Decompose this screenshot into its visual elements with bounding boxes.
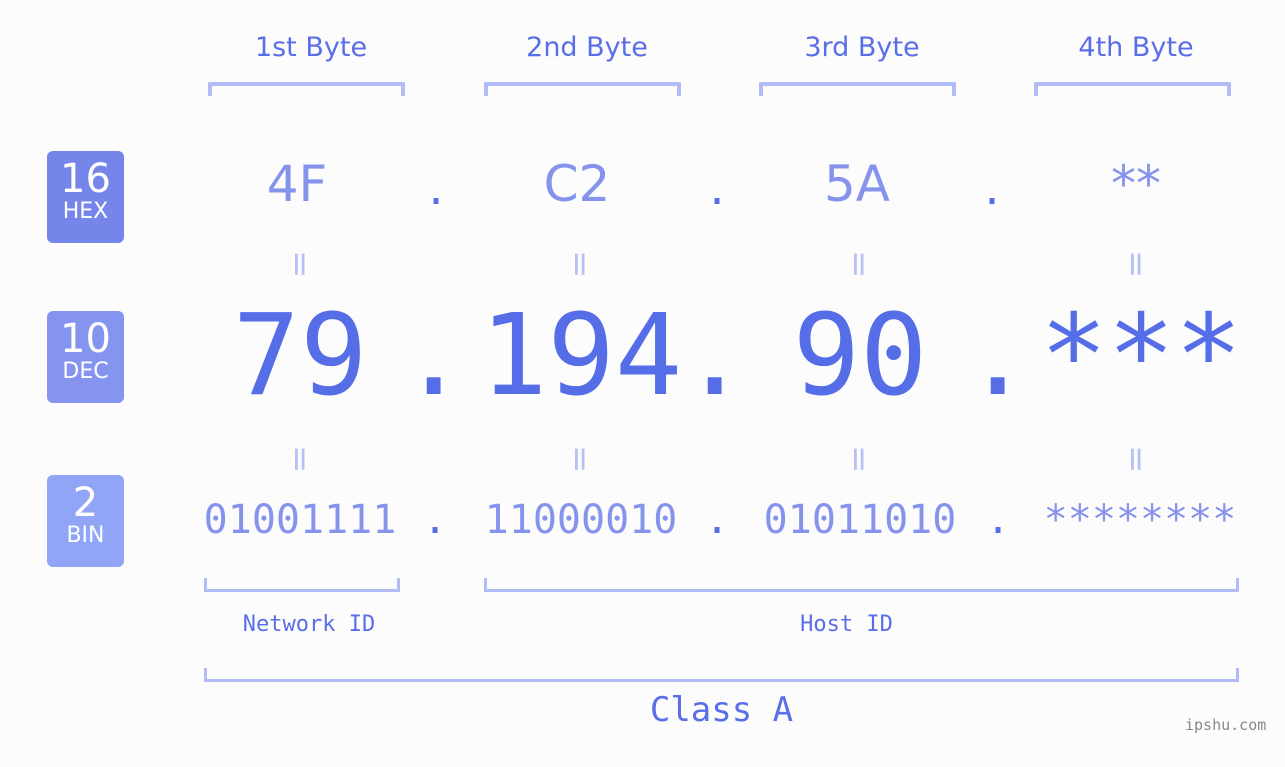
bin-byte-3: 01011010 [763, 497, 957, 543]
byte-bracket-2 [484, 82, 681, 96]
dec-separator: . [400, 291, 468, 421]
network-id-label: Network ID [242, 612, 376, 637]
equals-icon: = [839, 250, 879, 279]
byte-header-1: 1st Byte [254, 32, 368, 63]
hex-byte-4: ** [1111, 155, 1161, 213]
dec-separator: . [681, 291, 749, 421]
dec-byte-1: 79 [232, 291, 368, 421]
class-label: Class A [649, 690, 794, 730]
hex-byte-1: 4F [266, 155, 328, 213]
equals-icon: = [1116, 250, 1156, 279]
dec-byte-4: *** [1040, 291, 1243, 421]
hex-byte-3: 5A [823, 155, 890, 213]
class-bracket [204, 668, 1239, 682]
bin-separator: . [985, 497, 1011, 543]
dec-badge-label: DEC [62, 359, 109, 384]
host-id-label: Host ID [800, 612, 893, 637]
bin-byte-4: ******** [1043, 497, 1237, 543]
dec-badge-base: 10 [60, 316, 111, 362]
hex-badge-label: HEX [62, 199, 109, 224]
equals-icon: = [280, 445, 320, 474]
byte-header-4: 4th Byte [1078, 32, 1194, 63]
bin-badge: 2 BIN [47, 475, 124, 567]
bin-byte-2: 11000010 [484, 497, 678, 543]
dec-byte-2: 194 [480, 291, 683, 421]
bin-badge-label: BIN [66, 523, 105, 548]
equals-icon: = [1116, 445, 1156, 474]
equals-icon: = [560, 445, 600, 474]
byte-header-2: 2nd Byte [526, 32, 648, 63]
network-id-bracket [204, 578, 400, 592]
hex-badge-base: 16 [60, 156, 111, 202]
byte-bracket-4 [1034, 82, 1231, 96]
bin-separator: . [422, 497, 448, 543]
equals-icon: = [839, 445, 879, 474]
hex-separator: . [705, 168, 730, 214]
bin-byte-1: 01001111 [203, 497, 397, 543]
equals-icon: = [280, 250, 320, 279]
hex-separator: . [424, 168, 449, 214]
hex-badge: 16 HEX [47, 151, 124, 243]
hex-separator: . [980, 168, 1005, 214]
byte-bracket-1 [208, 82, 405, 96]
hex-byte-2: C2 [543, 155, 611, 213]
byte-header-3: 3rd Byte [804, 32, 920, 63]
dec-byte-3: 90 [792, 291, 928, 421]
watermark: ipshu.com [1185, 716, 1267, 734]
bin-separator: . [704, 497, 730, 543]
byte-bracket-3 [759, 82, 956, 96]
host-id-bracket [484, 578, 1239, 592]
dec-badge: 10 DEC [47, 311, 124, 403]
dec-separator: . [964, 291, 1032, 421]
equals-icon: = [560, 250, 600, 279]
bin-badge-base: 2 [72, 480, 99, 526]
